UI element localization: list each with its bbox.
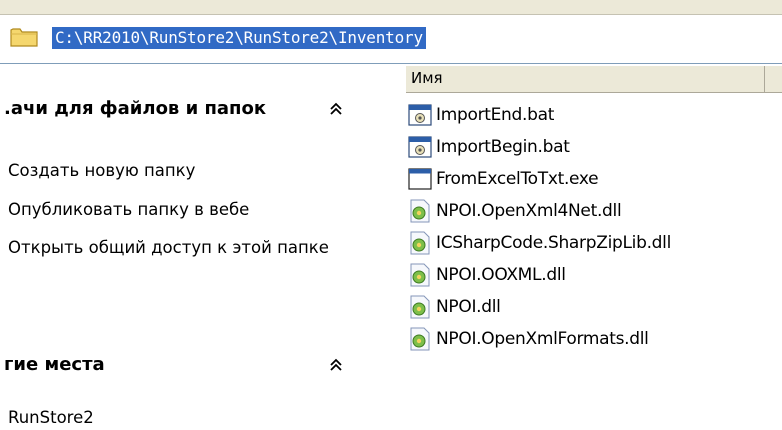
file-name: NPOI.dll [436,297,501,317]
batch-file-icon [408,104,432,126]
exe-window-icon [408,168,432,190]
file-list-pane: Имя ImportEnd.bat ImportBegin.bat FromEx… [372,64,782,430]
file-tasks-title: .ачи для файлов и папок [4,98,267,119]
folder-icon [10,28,38,47]
address-bar[interactable]: C:\RR2010\RunStore2\RunStore2\Inventory [0,15,782,64]
other-places-title: гие места [4,354,105,375]
other-places-header[interactable]: гие места [0,346,364,386]
address-path[interactable]: C:\RR2010\RunStore2\RunStore2\Inventory [52,27,426,49]
dll-file-icon [410,295,430,319]
dll-file-icon [410,231,430,255]
file-name: ICSharpCode.SharpZipLib.dll [436,233,672,253]
chevron-double-up-icon[interactable] [326,355,346,375]
file-name: ImportBegin.bat [436,137,570,157]
toolbar-strip [0,0,782,15]
file-name: ImportEnd.bat [436,105,555,125]
chevron-double-up-icon[interactable] [326,99,346,119]
dll-file-icon [410,327,430,351]
column-header-name[interactable]: Имя [406,66,765,93]
share-folder-link[interactable]: Открыть общий доступ к этой папке [8,237,348,259]
column-header-filler[interactable] [765,66,782,93]
file-tasks-header[interactable]: .ачи для файлов и папок [0,90,364,130]
batch-file-icon [408,136,432,158]
dll-file-icon [410,199,430,223]
dll-file-icon [410,263,430,287]
place-link-runstore2[interactable]: RunStore2 [8,407,348,429]
tasks-panel: .ачи для файлов и папок Создать новую па… [0,64,372,430]
create-folder-link[interactable]: Создать новую папку [8,160,348,182]
publish-folder-link[interactable]: Опубликовать папку в вебе [8,199,348,221]
file-name: NPOI.OpenXml4Net.dll [436,201,622,221]
column-header-label: Имя [411,69,443,87]
file-name: NPOI.OOXML.dll [436,265,566,285]
file-name: FromExcelToTxt.exe [436,169,599,189]
file-name: NPOI.OpenXmlFormats.dll [436,329,649,349]
